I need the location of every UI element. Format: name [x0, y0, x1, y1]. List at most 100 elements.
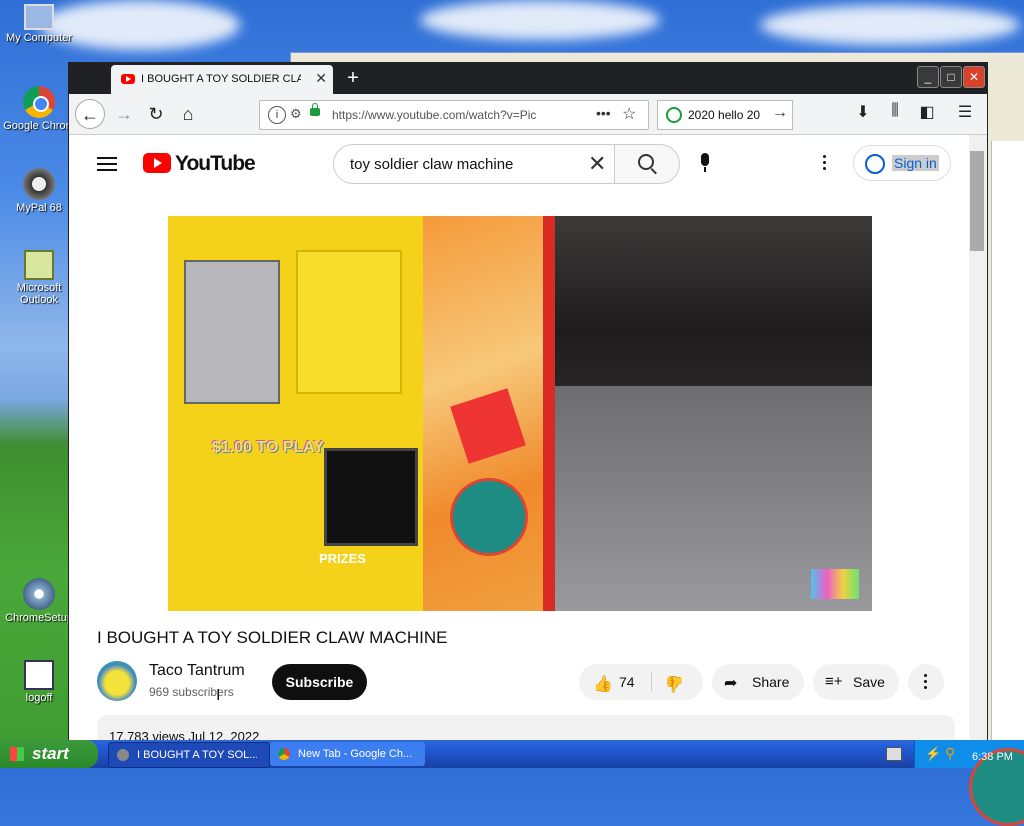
chrome-icon [278, 748, 290, 760]
info-icon[interactable]: i [268, 106, 286, 124]
mypal-icon [117, 749, 129, 761]
search-value: toy soldier claw machine [350, 156, 514, 173]
library-icon[interactable]: ⫼ [883, 102, 907, 126]
page-scrollbar[interactable] [969, 135, 987, 743]
video-coin-mechanism [184, 260, 280, 404]
text-cursor-icon: I [216, 687, 221, 704]
clock: 6:38 PM [969, 748, 1024, 826]
maximize-button[interactable]: □ [940, 66, 962, 88]
desktop-icon-logoff[interactable]: logoff [0, 660, 78, 704]
sign-in-label: Sign in [892, 155, 939, 171]
video-price-badge: $1.00 TO PLAY [212, 439, 325, 456]
share-icon: ➦ [724, 675, 738, 692]
taskbar: start I BOUGHT A TOY SOL... New Tab - Go… [0, 740, 1024, 826]
desktop-icon-chromesetup[interactable]: ChromeSetup [0, 578, 78, 624]
clear-search-icon[interactable]: ✕ [588, 151, 606, 177]
scrollbar-thumb[interactable] [970, 151, 984, 251]
youtube-page: YouTube toy soldier claw machine ✕ Sign … [69, 135, 969, 743]
settings-more-icon[interactable] [823, 155, 826, 158]
youtube-favicon-icon [121, 74, 135, 84]
share-label: Share [752, 674, 790, 690]
more-actions-button[interactable] [908, 664, 944, 700]
outlook-icon [24, 250, 54, 280]
like-button[interactable]: 👍 [593, 674, 613, 694]
share-button[interactable]: ➦ Share [712, 664, 804, 700]
forward-button[interactable]: → [109, 99, 139, 129]
bookmark-star-icon[interactable]: ☆ [622, 104, 636, 124]
taskbar-item-chrome[interactable]: New Tab - Google Ch... [270, 742, 425, 766]
sign-in-button[interactable]: Sign in [853, 145, 951, 181]
video-door-panel [296, 250, 402, 394]
video-prize-slot [324, 448, 418, 546]
permissions-icon[interactable]: ⚙ [290, 106, 302, 122]
back-button[interactable]: ← [75, 99, 105, 129]
close-button[interactable]: ✕ [963, 66, 985, 88]
lock-icon [310, 103, 320, 116]
desktop-icon-my-computer[interactable]: My Computer [0, 4, 78, 44]
search-tray-icon[interactable]: ⚲ [945, 745, 955, 762]
setup-icon [23, 578, 55, 610]
video-prizes-text: PRIZES [319, 551, 366, 566]
video-clock-graphic [450, 478, 528, 556]
voice-search-icon[interactable] [701, 153, 709, 172]
account-icon [865, 154, 885, 174]
channel-name[interactable]: Taco Tantrum [149, 662, 245, 680]
reload-button[interactable]: ↻ [141, 99, 171, 129]
like-divider [651, 672, 652, 692]
youtube-logo-icon[interactable] [143, 153, 171, 173]
sidebar-icon[interactable]: ◧ [915, 102, 939, 126]
save-button[interactable]: ≡+ Save [813, 664, 899, 700]
tab-close-icon[interactable]: ✕ [315, 70, 327, 87]
description-box[interactable]: 17,783 views Jul 12, 2022 [97, 715, 955, 743]
browser-search-text: 2020 hello 20 [688, 108, 761, 122]
keyboard-icon[interactable] [886, 747, 902, 761]
search-button[interactable] [614, 144, 680, 184]
save-label: Save [853, 674, 885, 690]
channel-watermark-icon[interactable] [811, 569, 859, 599]
search-icon [638, 154, 654, 170]
desktop-icon-outlook[interactable]: Microsoft Outlook [0, 250, 78, 306]
menu-icon[interactable]: ☰ [953, 102, 977, 126]
like-count: 74 [619, 674, 635, 690]
computer-icon [24, 4, 54, 30]
save-playlist-icon: ≡+ [825, 673, 843, 690]
address-bar[interactable]: i ⚙ https://www.youtube.com/watch?v=Pic … [259, 100, 649, 130]
downloads-icon[interactable]: ⬇ [851, 102, 875, 126]
video-car-area [555, 216, 872, 406]
guide-menu-icon[interactable] [97, 157, 117, 159]
search-engine-icon [666, 107, 682, 123]
browser-window: I BOUGHT A TOY SOLDIER CLAW MACHINE ✕ + … [68, 62, 988, 744]
like-dislike-group: 👍 74 👍 [579, 664, 703, 700]
windows-flag-icon [10, 747, 24, 761]
channel-avatar[interactable] [97, 661, 137, 701]
video-title: I BOUGHT A TOY SOLDIER CLAW MACHINE [97, 628, 448, 647]
more-icon [924, 674, 927, 677]
chrome-icon [23, 86, 55, 118]
home-button[interactable]: ⌂ [173, 99, 203, 129]
video-player[interactable]: $1.00 TO PLAY PRIZES [168, 216, 872, 611]
tab-active[interactable]: I BOUGHT A TOY SOLDIER CLAW MACHINE ✕ [111, 65, 333, 94]
system-tray: ⚡ ⚲ 6:38 PM [914, 740, 1024, 826]
taskbar-item-youtube[interactable]: I BOUGHT A TOY SOL... [108, 742, 270, 768]
desktop-icon-mypal[interactable]: MyPal 68 [0, 168, 78, 214]
tab-title: I BOUGHT A TOY SOLDIER CLAW MACHINE [141, 73, 301, 85]
youtube-logo-text[interactable]: YouTube [175, 152, 256, 176]
browser-toolbar: ← → ↻ ⌂ i ⚙ https://www.youtube.com/watc… [69, 94, 987, 135]
page-actions-icon[interactable]: ••• [596, 105, 611, 121]
url-text: https://www.youtube.com/watch?v=Pic [332, 108, 537, 122]
cloud [420, 0, 660, 40]
search-go-icon[interactable]: → [772, 104, 788, 122]
desktop-icon-google-chrome[interactable]: Google Chrom [0, 86, 78, 132]
browser-search-box[interactable]: 2020 hello 20 → [657, 100, 793, 130]
start-button[interactable]: start [0, 740, 98, 768]
dislike-button[interactable]: 👍 [665, 674, 685, 694]
new-tab-button[interactable]: + [341, 66, 365, 90]
subscriber-count: 969 subscribers [149, 685, 234, 699]
video-red-frame [543, 216, 555, 611]
subscribe-button[interactable]: Subscribe [272, 664, 367, 700]
minimize-button[interactable]: _ [917, 66, 939, 88]
search-input[interactable]: toy soldier claw machine ✕ [333, 144, 615, 184]
cloud [760, 5, 1020, 45]
raccoon-icon [23, 168, 55, 200]
network-icon[interactable]: ⚡ [925, 746, 941, 762]
